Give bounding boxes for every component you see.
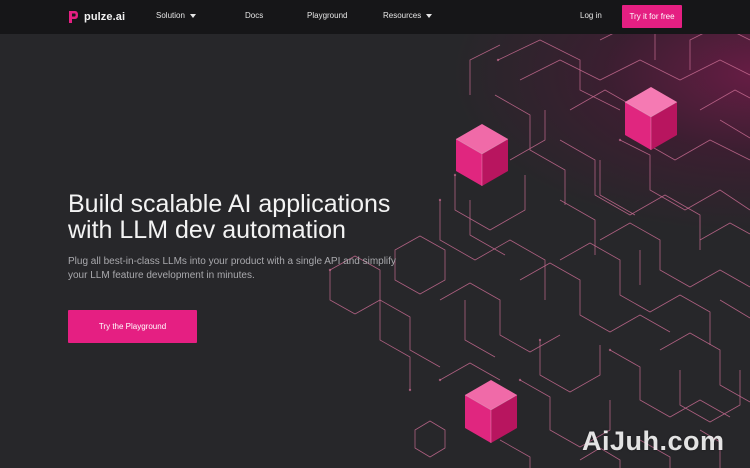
hero-subtitle: Plug all best-in-class LLMs into your pr… (68, 255, 448, 283)
logo-text: pulze.ai (84, 10, 126, 23)
chevron-down-icon (426, 13, 433, 18)
hero-subtitle-line1: Plug all best-in-class LLMs into your pr… (68, 256, 396, 267)
nav-playground-label: Playground (307, 11, 348, 20)
nav-resources[interactable]: Resources (383, 11, 433, 20)
top-navbar: pulze.ai Solution Docs Playground Resour… (0, 0, 750, 34)
try-playground-button[interactable]: Try the Playground (68, 310, 197, 343)
chevron-down-icon (189, 13, 196, 18)
login-label: Log in (580, 11, 602, 20)
landing-page: pulze.ai Solution Docs Playground Resour… (0, 0, 750, 468)
hero-title-line2: with LLM dev automation (68, 216, 346, 244)
logo-link[interactable]: pulze.ai (68, 9, 125, 24)
cube-top-right (624, 87, 678, 150)
nav-docs[interactable]: Docs (245, 11, 263, 20)
nav-solution[interactable]: Solution (156, 11, 196, 20)
try-free-button[interactable]: Try it for free (622, 5, 682, 28)
watermark-text: AiJuh.com (582, 426, 725, 456)
nav-resources-label: Resources (383, 11, 422, 20)
pulze-logo-icon (69, 11, 78, 23)
nav-playground[interactable]: Playground (307, 11, 347, 20)
nav-docs-label: Docs (245, 11, 264, 20)
hero-section: Build scalable AI applications with LLM … (68, 191, 448, 283)
nav-solution-label: Solution (156, 11, 185, 20)
hero-title-line1: Build scalable AI applications (68, 190, 391, 218)
login-link[interactable]: Log in (580, 11, 602, 20)
cube-top-left (455, 124, 509, 186)
cube-bottom (464, 380, 518, 443)
hero-title: Build scalable AI applications with LLM … (68, 191, 448, 243)
hero-subtitle-line2: your LLM feature development in minutes. (68, 270, 255, 281)
